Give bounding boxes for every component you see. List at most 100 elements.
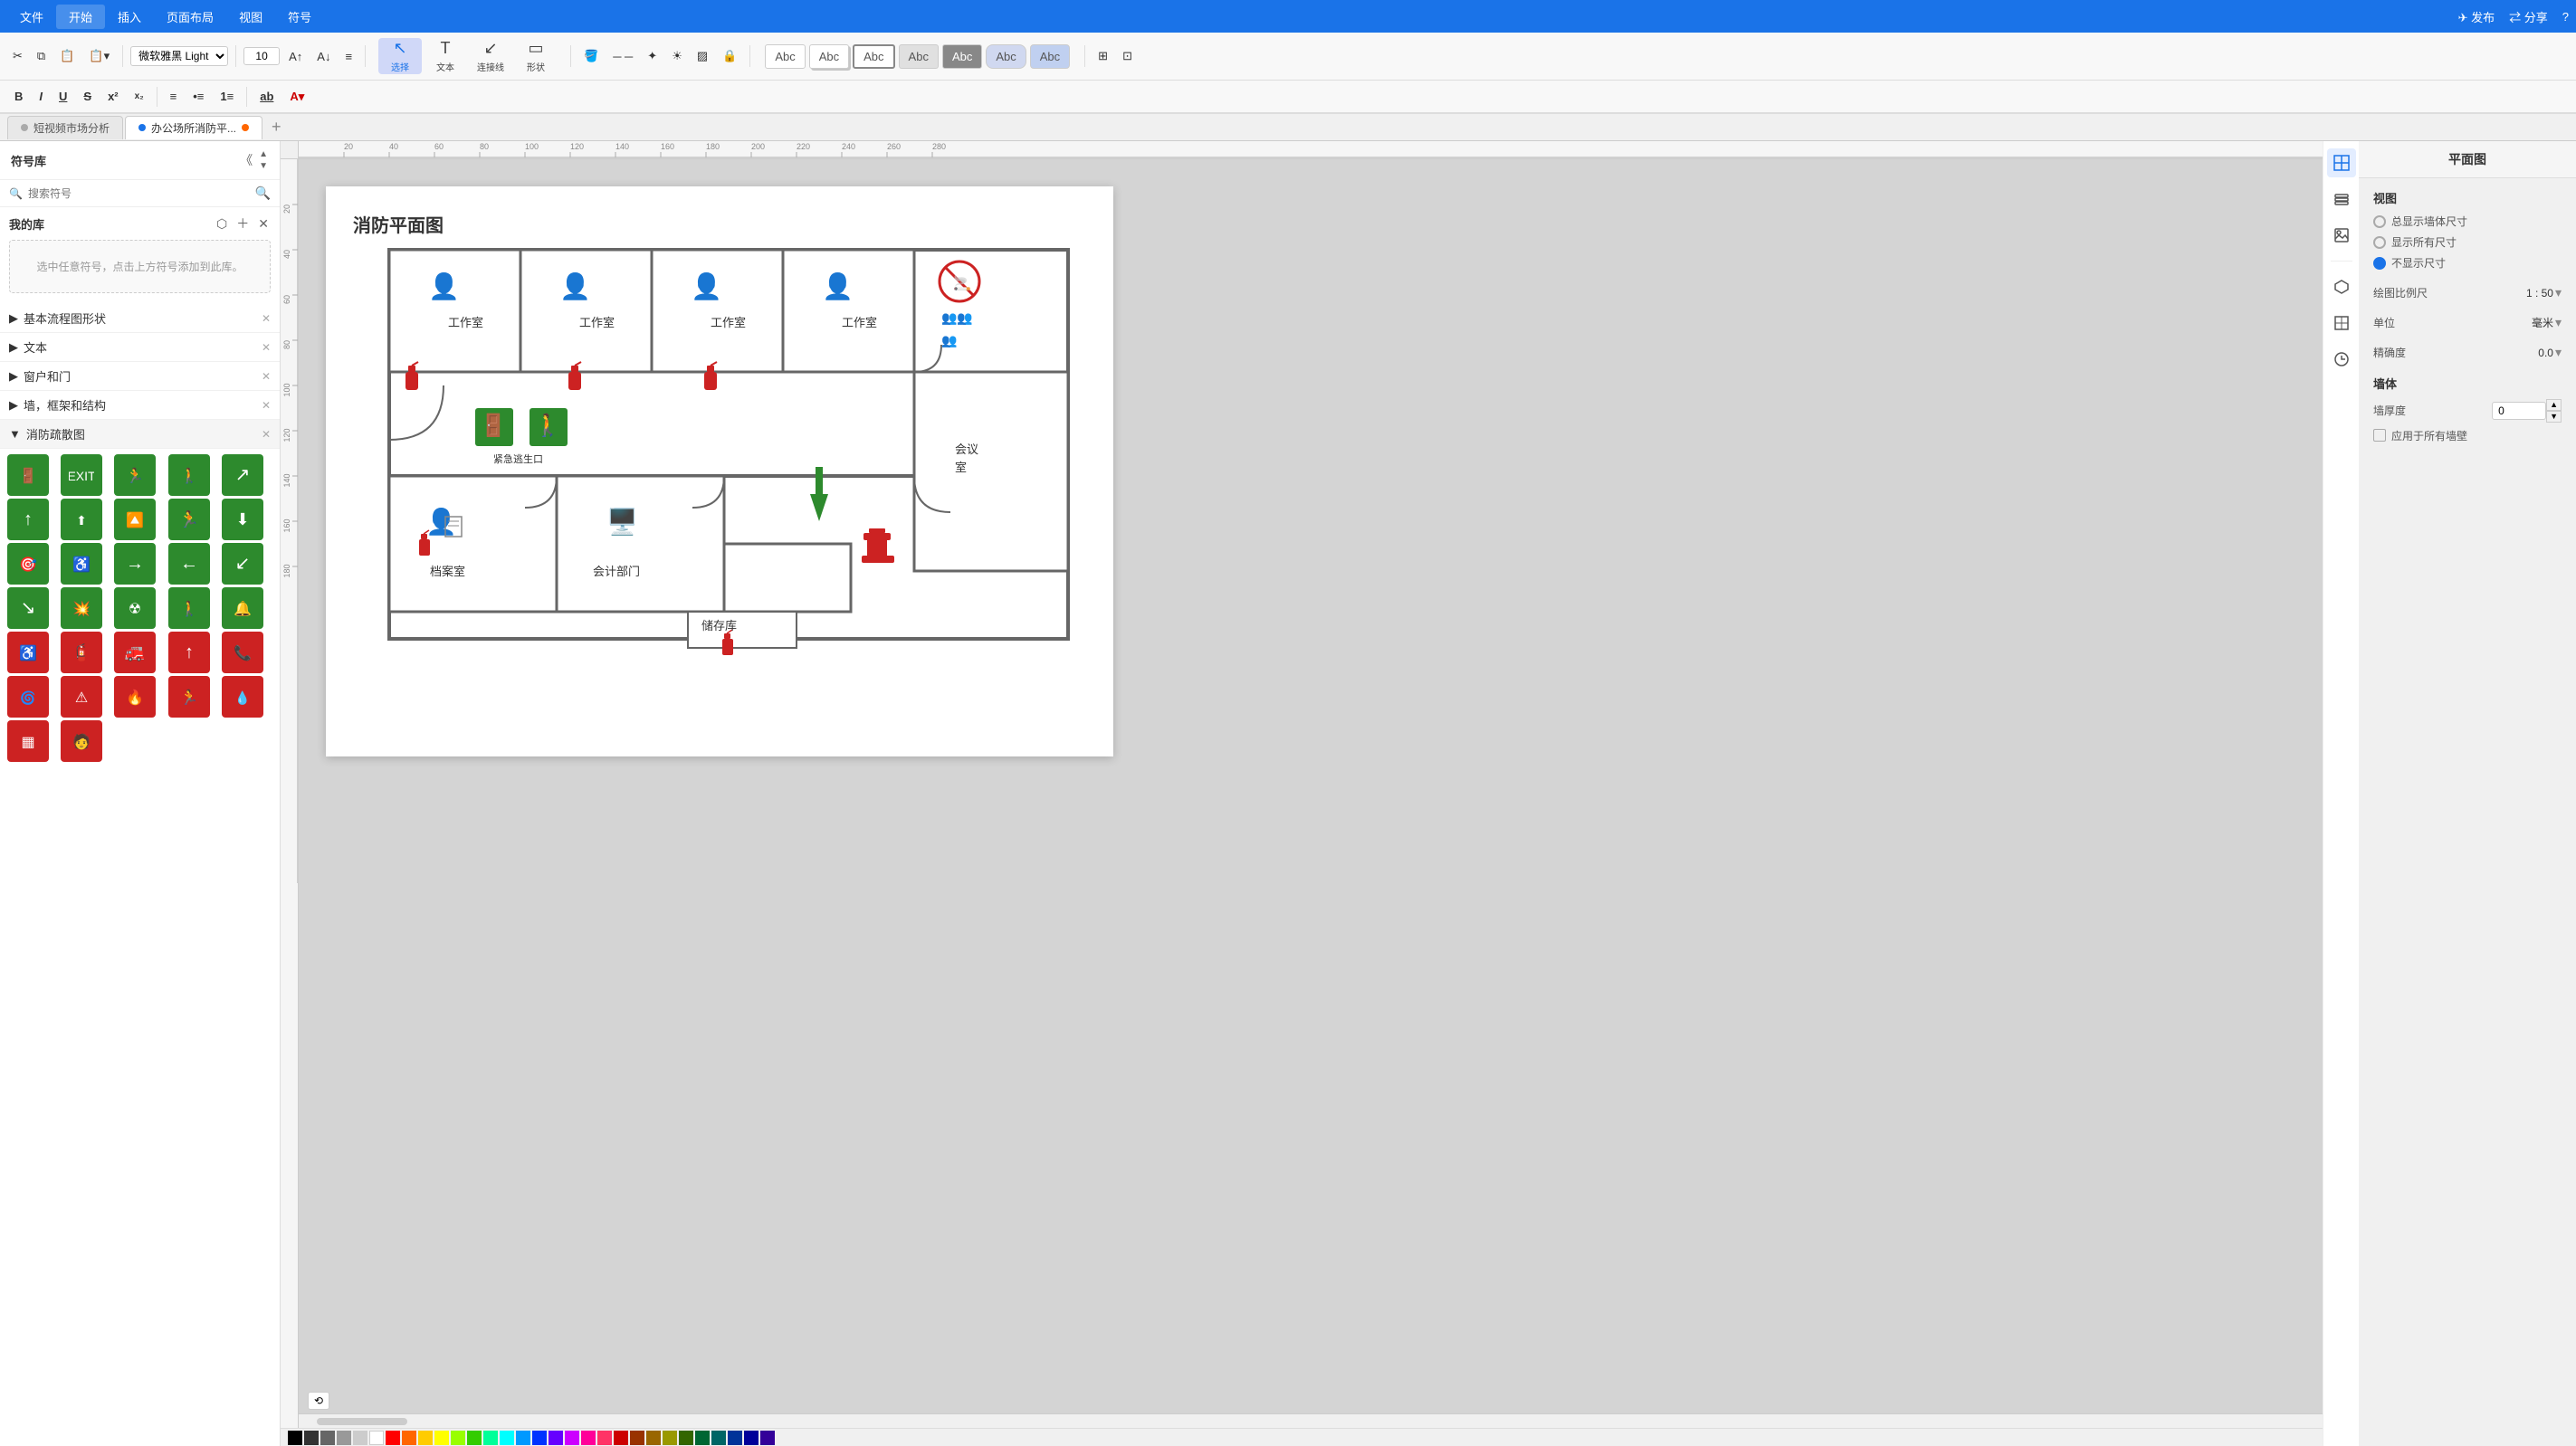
bold-btn[interactable]: B [7,87,30,106]
text-tool-btn[interactable]: T 文本 [424,38,467,74]
menu-symbol[interactable]: 符号 [275,5,324,29]
color-swatch-gray[interactable] [320,1431,335,1445]
add-tab-btn[interactable]: + [264,118,289,137]
tab-0[interactable]: 短视频市场分析 [7,116,123,139]
unit-dropdown-btn[interactable]: ▾ [2555,315,2562,330]
fire-icon-radiation[interactable]: ☢ [114,587,156,629]
fire-icon-arrow1[interactable]: ↗ [222,454,263,496]
color-swatch-teal[interactable] [711,1431,726,1445]
nav-table-icon[interactable] [2327,309,2356,338]
fire-icon-right[interactable]: → [114,543,156,585]
fire-icon-run1[interactable]: 🏃 [114,454,156,496]
nav-history-icon[interactable] [2327,345,2356,374]
color-swatch-white[interactable] [369,1431,384,1445]
apply-all-checkbox[interactable] [2373,429,2386,442]
color-swatch-darkblue[interactable] [744,1431,758,1445]
fire-icon-run-fire[interactable]: 🏃 [168,676,210,718]
sup-btn[interactable]: x² [100,87,126,106]
color-swatch-silver[interactable] [353,1431,367,1445]
style-shadow-btn[interactable]: Abc [809,44,849,69]
fire-icon-exit1[interactable]: 🚪 [7,454,49,496]
color-swatch-brown[interactable] [630,1431,644,1445]
color-swatch-dark[interactable] [304,1431,319,1445]
tab-1[interactable]: 办公场所消防平... [125,116,262,139]
group-btn[interactable]: ⊡ [1117,46,1138,66]
category-basic[interactable]: ▶ 基本流程图形状 ✕ [0,304,280,333]
shape-tool-btn[interactable]: ▭ 形状 [514,38,558,74]
fire-icon-down1[interactable]: ⬇ [222,499,263,540]
fire-icon-hose[interactable]: 🌀 [7,676,49,718]
sidebar-scroll-up[interactable]: ▲ [258,148,269,160]
line-btn[interactable]: ─ ─ [607,47,638,66]
nav-layer2-icon[interactable] [2327,272,2356,301]
color-swatch-darkgreen[interactable] [679,1431,693,1445]
library-add-btn[interactable]: ＋ [234,213,251,234]
font-family-select[interactable]: 微软雅黑 Light [130,46,228,66]
style-rounded-btn[interactable]: Abc [986,44,1026,69]
color-swatch-forestgreen[interactable] [695,1431,710,1445]
color-swatch-orange[interactable] [402,1431,416,1445]
italic-btn[interactable]: I [32,87,50,106]
h-scrollbar[interactable] [299,1413,2323,1428]
sub-btn[interactable]: x₂ [128,89,151,104]
align-btn[interactable]: ≡ [339,47,358,66]
font-size-input[interactable] [243,47,280,65]
color-swatch-indigo[interactable] [760,1431,775,1445]
lock-btn[interactable]: 🔒 [717,46,742,66]
color-swatch-black[interactable] [288,1431,302,1445]
radio-hide[interactable]: 不显示尺寸 [2373,255,2562,271]
style-outline-btn[interactable]: Abc [853,44,894,69]
fire-icon-person-run[interactable]: 🚶 [168,587,210,629]
fire-icon-stairs2[interactable]: 🔼 [114,499,156,540]
fire-icon-fire2[interactable]: 🔥 [114,676,156,718]
fire-icon-arrow2[interactable]: ↑ [7,499,49,540]
wall-thickness-down[interactable]: ▼ [2546,411,2562,423]
nav-floorplan-icon[interactable] [2327,148,2356,177]
style-dark-btn[interactable]: Abc [942,44,982,69]
fire-icon-run2[interactable]: 🏃 [168,499,210,540]
color-swatch-darkred[interactable] [614,1431,628,1445]
library-import-btn[interactable]: ⬡ [215,213,229,234]
fire-icon-stair1[interactable]: 🚶 [168,454,210,496]
share-btn[interactable]: ⇄ 分享 [2509,8,2548,25]
color-swatch-cyan[interactable] [500,1431,514,1445]
color-swatch-brightyellow[interactable] [434,1431,449,1445]
category-window[interactable]: ▶ 窗户和门 ✕ [0,362,280,391]
zoom-reset-btn[interactable]: ⟲ [308,1392,329,1410]
fire-icon-left[interactable]: ← [168,543,210,585]
select-tool-btn[interactable]: ↖ 选择 [378,38,422,74]
fire-icon-target[interactable]: 🎯 [7,543,49,585]
paste-special-btn[interactable]: 📋▾ [83,46,115,66]
cut-btn[interactable]: ✂ [7,46,28,66]
category-wall-close[interactable]: ✕ [262,399,271,412]
list-btn[interactable]: ≡ [163,87,185,106]
underline2-btn[interactable]: ab [253,87,281,106]
h-scrollbar-thumb[interactable] [317,1418,407,1425]
color-swatch-olive[interactable] [663,1431,677,1445]
category-window-close[interactable]: ✕ [262,370,271,383]
color-swatch-skyblue[interactable] [516,1431,530,1445]
font-color-btn[interactable]: A▾ [282,87,311,107]
sidebar-collapse-btn[interactable]: 《 [238,148,254,172]
style-custom-btn[interactable]: Abc [1030,44,1070,69]
nav-image-icon[interactable] [2327,221,2356,250]
style-plain-btn[interactable]: Abc [765,44,805,69]
font-size-down-btn[interactable]: A↓ [311,47,336,66]
fire-icon-alarm[interactable]: ↑ [168,632,210,673]
wall-thickness-up[interactable]: ▲ [2546,399,2562,411]
library-close-btn[interactable]: ✕ [256,213,271,234]
color-swatch-yellow[interactable] [418,1431,433,1445]
fire-icon-left-down[interactable]: ↙ [222,543,263,585]
fire-icon-extinguisher[interactable]: 🧯 [61,632,102,673]
category-wall[interactable]: ▶ 墙，框架和结构 ✕ [0,391,280,420]
color-swatch-navy[interactable] [728,1431,742,1445]
category-text-close[interactable]: ✕ [262,341,271,354]
category-basic-close[interactable]: ✕ [262,312,271,325]
color-swatch-lgray[interactable] [337,1431,351,1445]
color-swatch-lime[interactable] [451,1431,465,1445]
color-swatch-goldbrown[interactable] [646,1431,661,1445]
category-fire-close[interactable]: ✕ [262,428,271,441]
search-input[interactable] [28,187,250,200]
scale-dropdown-btn[interactable]: ▾ [2555,285,2562,300]
effects-btn[interactable]: ☀ [666,46,688,66]
